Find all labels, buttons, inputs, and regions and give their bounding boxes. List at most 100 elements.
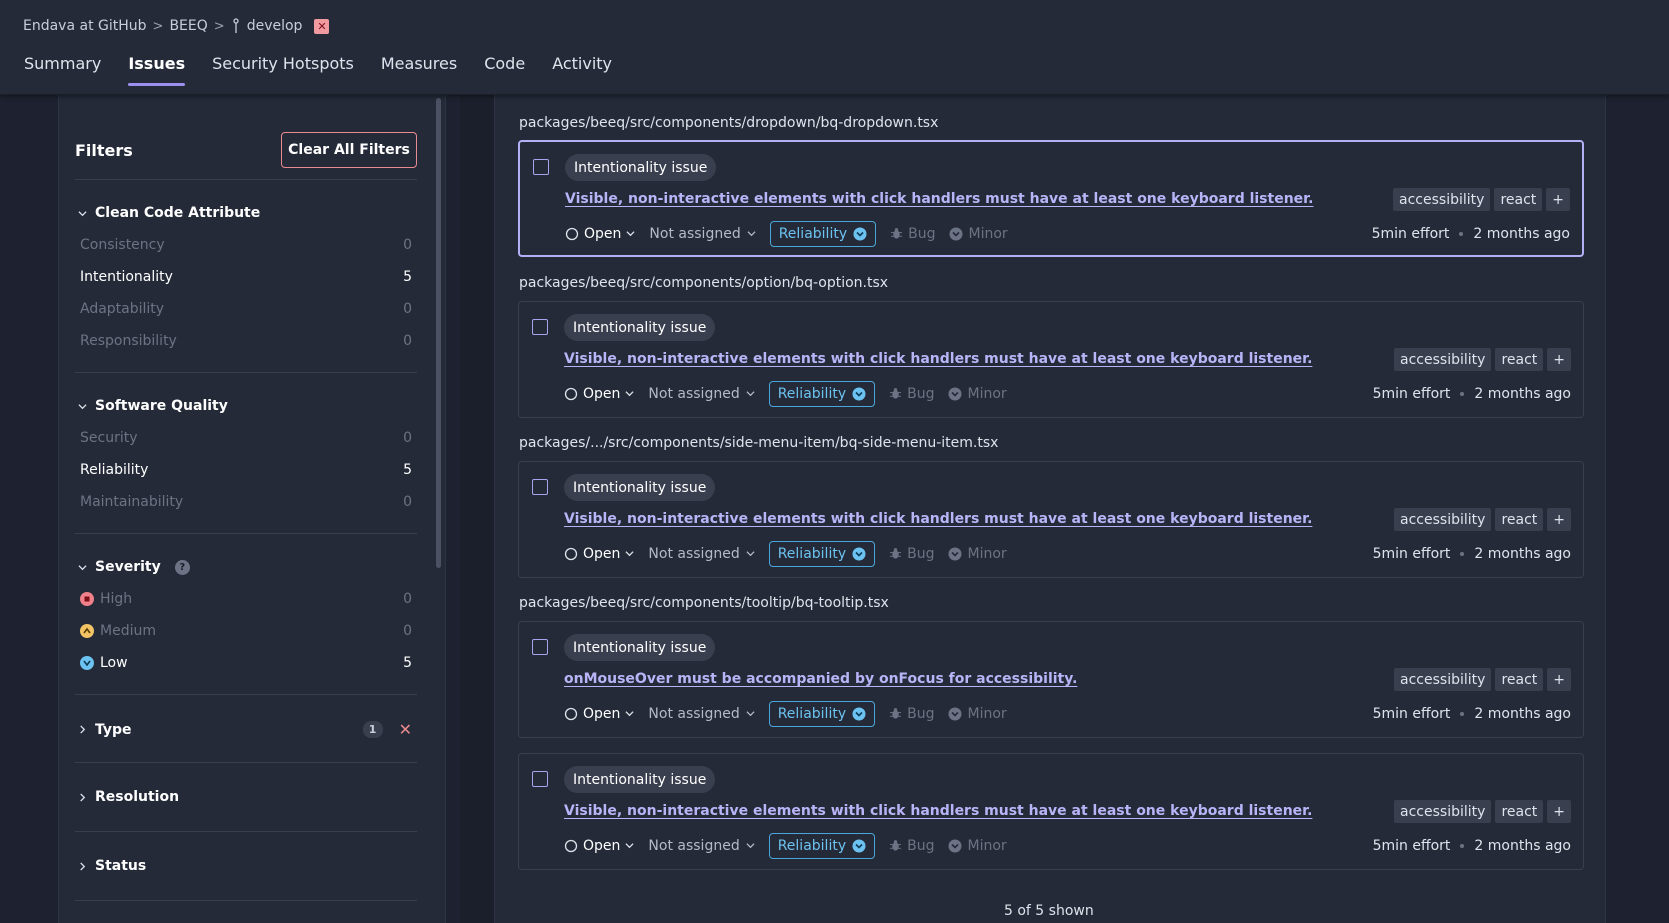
assignee-dropdown[interactable]: Not assigned bbox=[648, 706, 755, 722]
minor-severity-icon bbox=[949, 227, 963, 240]
facet-severity[interactable]: Severity ? bbox=[78, 559, 190, 575]
add-tag-button[interactable]: + bbox=[1547, 348, 1571, 371]
tab-activity[interactable]: Activity bbox=[552, 54, 612, 85]
age-label[interactable]: 2 months ago bbox=[1474, 386, 1571, 402]
chevron-down-icon bbox=[746, 711, 755, 717]
issue-file-path[interactable]: packages/beeq/src/components/dropdown/bq… bbox=[519, 115, 938, 131]
issue-checkbox[interactable] bbox=[532, 771, 548, 787]
facet-status[interactable]: Status bbox=[78, 858, 146, 874]
issue-card[interactable]: Intentionality issue Visible, non-intera… bbox=[518, 140, 1584, 257]
issue-tags[interactable]: accessibility react + bbox=[1393, 188, 1570, 211]
issue-card[interactable]: Intentionality issue Visible, non-intera… bbox=[518, 461, 1584, 578]
assignee-dropdown[interactable]: Not assigned bbox=[648, 386, 755, 402]
facet-item-reliability[interactable]: Reliability 5 bbox=[80, 462, 412, 478]
facet-item-maintainability[interactable]: Maintainability 0 bbox=[80, 494, 412, 510]
assignee-dropdown[interactable]: Not assigned bbox=[648, 546, 755, 562]
facet-clean-code-attribute[interactable]: Clean Code Attribute bbox=[78, 205, 260, 221]
status-dropdown[interactable]: Open bbox=[564, 706, 634, 722]
issue-card[interactable]: Intentionality issue Visible, non-intera… bbox=[518, 753, 1584, 870]
tag[interactable]: react bbox=[1495, 348, 1544, 371]
age-label[interactable]: 2 months ago bbox=[1474, 838, 1571, 854]
branch-close-icon[interactable]: ✕ bbox=[314, 18, 330, 34]
clean-code-attribute-chip: Intentionality issue bbox=[565, 154, 717, 181]
breadcrumb-org[interactable]: Endava at GitHub bbox=[23, 18, 147, 34]
help-icon[interactable]: ? bbox=[174, 559, 190, 575]
divider bbox=[75, 762, 417, 763]
issue-checkbox[interactable] bbox=[532, 639, 548, 655]
chevron-down-icon bbox=[625, 711, 634, 717]
tag[interactable]: accessibility bbox=[1394, 800, 1492, 823]
facet-item-medium[interactable]: Medium 0 bbox=[80, 623, 412, 639]
status-dropdown[interactable]: Open bbox=[564, 838, 634, 854]
assignee-dropdown[interactable]: Not assigned bbox=[649, 226, 756, 242]
tab-issues[interactable]: Issues bbox=[128, 54, 185, 86]
clear-type-filter-icon[interactable]: ✕ bbox=[399, 720, 412, 739]
project-tabs: Summary Issues Security Hotspots Measure… bbox=[24, 54, 639, 86]
age-label[interactable]: 2 months ago bbox=[1474, 546, 1571, 562]
tag[interactable]: react bbox=[1495, 668, 1544, 691]
software-quality-chip[interactable]: Reliability bbox=[768, 700, 876, 727]
sidebar-scrollbar[interactable] bbox=[436, 98, 441, 568]
clear-all-filters-button[interactable]: Clear All Filters bbox=[281, 132, 417, 168]
issue-file-path[interactable]: packages/.../src/components/side-menu-it… bbox=[519, 435, 998, 451]
status-dropdown[interactable]: Open bbox=[565, 226, 635, 242]
facet-resolution[interactable]: Resolution bbox=[78, 789, 179, 805]
issue-checkbox[interactable] bbox=[533, 159, 549, 175]
tab-measures[interactable]: Measures bbox=[381, 54, 457, 85]
issue-checkbox[interactable] bbox=[532, 319, 548, 335]
add-tag-button[interactable]: + bbox=[1547, 800, 1571, 823]
tab-security-hotspots[interactable]: Security Hotspots bbox=[212, 54, 354, 85]
issue-title-link[interactable]: onMouseOver must be accompanied by onFoc… bbox=[564, 671, 1077, 687]
add-tag-button[interactable]: + bbox=[1546, 188, 1570, 211]
facet-item-adaptability[interactable]: Adaptability 0 bbox=[80, 301, 412, 317]
facet-item-intentionality[interactable]: Intentionality 5 bbox=[80, 269, 412, 285]
software-quality-chip[interactable]: Reliability bbox=[768, 832, 876, 859]
tag[interactable]: react bbox=[1495, 800, 1544, 823]
issue-checkbox[interactable] bbox=[532, 479, 548, 495]
issue-card[interactable]: Intentionality issue Visible, non-intera… bbox=[518, 301, 1584, 418]
issue-card[interactable]: Intentionality issue onMouseOver must be… bbox=[518, 621, 1584, 738]
add-tag-button[interactable]: + bbox=[1547, 508, 1571, 531]
issue-tags[interactable]: accessibility react + bbox=[1394, 800, 1571, 823]
issue-title-link[interactable]: Visible, non-interactive elements with c… bbox=[565, 191, 1313, 207]
facet-item-high[interactable]: High 0 bbox=[80, 591, 412, 607]
facet-item-responsibility[interactable]: Responsibility 0 bbox=[80, 333, 412, 349]
issue-title-link[interactable]: Visible, non-interactive elements with c… bbox=[564, 803, 1312, 819]
tag[interactable]: accessibility bbox=[1394, 668, 1492, 691]
software-quality-chip[interactable]: Reliability bbox=[768, 540, 876, 567]
tag[interactable]: accessibility bbox=[1394, 508, 1492, 531]
issue-tags[interactable]: accessibility react + bbox=[1394, 668, 1571, 691]
tag[interactable]: accessibility bbox=[1394, 348, 1492, 371]
tab-summary[interactable]: Summary bbox=[24, 54, 101, 85]
software-quality-chip[interactable]: Reliability bbox=[769, 220, 877, 247]
facet-item-low[interactable]: Low 5 bbox=[80, 655, 412, 671]
effort-label: 5min effort bbox=[1372, 837, 1451, 854]
tab-code[interactable]: Code bbox=[484, 54, 525, 85]
add-tag-button[interactable]: + bbox=[1547, 668, 1571, 691]
issue-tags[interactable]: accessibility react + bbox=[1394, 348, 1571, 371]
assignee-dropdown[interactable]: Not assigned bbox=[648, 838, 755, 854]
facet-software-quality[interactable]: Software Quality bbox=[78, 398, 228, 414]
issue-title-link[interactable]: Visible, non-interactive elements with c… bbox=[564, 351, 1312, 367]
facet-item-security[interactable]: Security 0 bbox=[80, 430, 412, 446]
breadcrumb-project[interactable]: BEEQ bbox=[169, 18, 207, 34]
effort-label: 5min effort bbox=[1372, 705, 1451, 722]
status-dropdown[interactable]: Open bbox=[564, 546, 634, 562]
branch-name[interactable]: develop bbox=[247, 18, 303, 34]
tag[interactable]: react bbox=[1495, 508, 1544, 531]
facet-title-label: Type bbox=[95, 721, 132, 738]
issue-type-label: Bug bbox=[907, 385, 935, 402]
tag[interactable]: accessibility bbox=[1393, 188, 1491, 211]
software-quality-chip[interactable]: Reliability bbox=[768, 380, 876, 407]
facet-item-consistency[interactable]: Consistency 0 bbox=[80, 237, 412, 253]
issue-title-link[interactable]: Visible, non-interactive elements with c… bbox=[564, 511, 1312, 527]
chevron-down-icon bbox=[626, 231, 635, 237]
issue-tags[interactable]: accessibility react + bbox=[1394, 508, 1571, 531]
tag[interactable]: react bbox=[1494, 188, 1543, 211]
issue-file-path[interactable]: packages/beeq/src/components/tooltip/bq-… bbox=[519, 595, 889, 611]
status-dropdown[interactable]: Open bbox=[564, 386, 634, 402]
facet-type[interactable]: Type 1 ✕ bbox=[78, 720, 412, 739]
age-label[interactable]: 2 months ago bbox=[1474, 706, 1571, 722]
issue-file-path[interactable]: packages/beeq/src/components/option/bq-o… bbox=[519, 275, 888, 291]
age-label[interactable]: 2 months ago bbox=[1473, 226, 1570, 242]
